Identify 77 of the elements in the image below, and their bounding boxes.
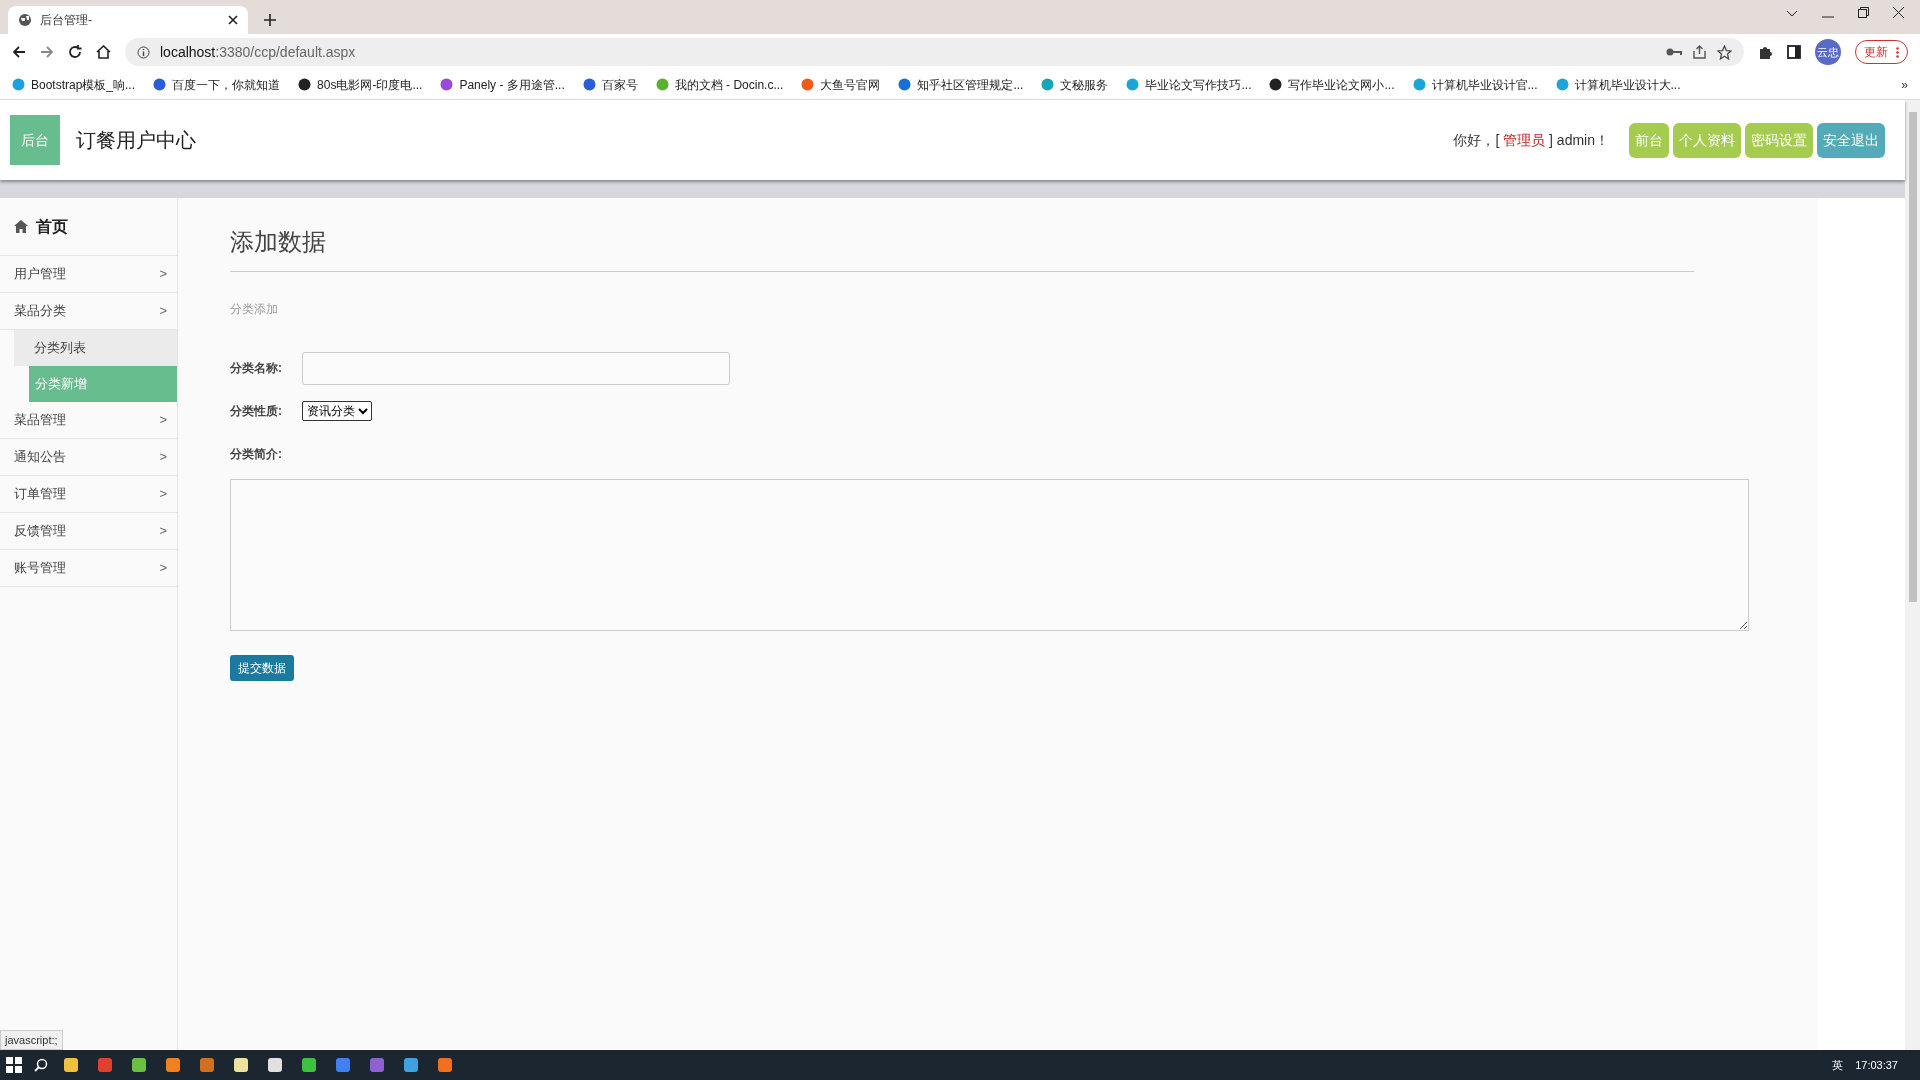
favicon-icon	[153, 78, 167, 91]
url-text: localhost:3380/ccp/default.aspx	[160, 42, 357, 62]
chevron-icon: >	[159, 558, 167, 578]
favicon-icon	[298, 78, 312, 91]
bookmark[interactable]: 计算机毕业设计官...	[1412, 75, 1538, 94]
chevron-icon[interactable]	[1786, 10, 1798, 18]
more-bookmarks-icon[interactable]: »	[1901, 75, 1908, 94]
favicon-icon	[898, 78, 912, 91]
status-bar: javascript:;	[0, 1029, 63, 1050]
address-bar[interactable]: localhost:3380/ccp/default.aspx	[125, 38, 1744, 66]
star-icon[interactable]	[1717, 44, 1732, 60]
forward-icon[interactable]	[40, 45, 54, 59]
field-label: 分类性质:	[230, 402, 283, 420]
page-title: 添加数据	[230, 228, 1694, 272]
bookmark[interactable]: Panely - 多用途管...	[440, 75, 565, 94]
logo: 后台	[10, 115, 60, 165]
globe-icon	[18, 13, 32, 27]
restore-icon[interactable]	[1858, 7, 1869, 18]
bookmark[interactable]: 我的文档 - Docin.c...	[655, 75, 784, 94]
name-input[interactable]	[302, 351, 730, 385]
bookmark[interactable]: 百家号	[582, 75, 638, 94]
section-subtitle: 分类添加	[230, 300, 279, 318]
share-icon[interactable]	[1692, 45, 1707, 59]
profile-avatar[interactable]: 云忠	[1815, 39, 1841, 65]
input-method-indicator[interactable]: 英	[1832, 1056, 1844, 1074]
field-label: 分类简介:	[230, 445, 283, 463]
submenu-item[interactable]: 分类列表	[14, 330, 177, 366]
search-icon[interactable]	[34, 1058, 48, 1072]
back-icon[interactable]	[12, 45, 26, 59]
new-tab-icon[interactable]	[264, 14, 276, 26]
favicon-icon	[440, 78, 454, 91]
chevron-icon: >	[159, 521, 167, 541]
chevron-icon: >	[159, 410, 167, 430]
favicon-icon	[655, 78, 669, 91]
close-icon[interactable]	[1893, 7, 1904, 18]
puzzle-icon[interactable]	[1758, 44, 1773, 60]
favicon-icon	[1555, 78, 1569, 91]
chevron-icon: >	[159, 264, 167, 284]
start-icon[interactable]	[6, 1057, 22, 1073]
home-label: 首页	[36, 216, 68, 237]
home-icon[interactable]	[96, 45, 111, 59]
scrollbar-thumb[interactable]	[1908, 112, 1917, 602]
chevron-icon: >	[159, 447, 167, 467]
chevron-icon: >	[159, 484, 167, 504]
bookmark[interactable]: 知乎社区管理规定...	[898, 75, 1024, 94]
chevron-icon: >	[159, 301, 167, 321]
bookmark[interactable]: 80s电影网-印度电...	[298, 75, 423, 94]
site-title: 订餐用户中心	[76, 128, 196, 153]
key-icon[interactable]	[1666, 47, 1682, 57]
info-icon	[137, 45, 150, 59]
bookmark[interactable]: Bootstrap模板_响...	[12, 75, 136, 94]
clock-text: 17:03:37	[1855, 1057, 1898, 1073]
bookmark[interactable]: 写作毕业论文网小...	[1269, 75, 1395, 94]
home-icon	[14, 220, 28, 233]
bookmark[interactable]: 百度一下，你就知道	[153, 75, 281, 94]
favicon-icon	[801, 78, 815, 91]
favicon-icon	[1041, 78, 1055, 91]
bookmark[interactable]: 大鱼号官网	[801, 75, 881, 94]
type-select[interactable]: 资讯分类	[302, 400, 372, 421]
more-icon	[1896, 46, 1899, 58]
favicon-icon	[1126, 78, 1140, 91]
browser-tab[interactable]: 后台管理-	[8, 6, 248, 34]
close-icon[interactable]	[228, 15, 238, 25]
favicon-icon	[1269, 78, 1283, 91]
greeting-text: 你好，[ 管理员 ] admin！	[1453, 130, 1609, 150]
submit-button[interactable]: 提交数据	[230, 654, 294, 681]
favicon-icon	[12, 78, 25, 91]
tab-title: 后台管理-	[40, 12, 93, 29]
side-panel-icon[interactable]	[1787, 45, 1801, 59]
bookmark[interactable]: 毕业论文写作技巧...	[1126, 75, 1252, 94]
update-button[interactable]: 更新	[1855, 40, 1908, 64]
field-label: 分类名称:	[230, 360, 283, 378]
favicon-icon	[1412, 78, 1426, 91]
bookmark[interactable]: 文秘服务	[1041, 75, 1109, 94]
reload-icon[interactable]	[68, 45, 82, 59]
bookmark[interactable]: 计算机毕业设计大...	[1555, 75, 1681, 94]
favicon-icon	[582, 78, 596, 91]
